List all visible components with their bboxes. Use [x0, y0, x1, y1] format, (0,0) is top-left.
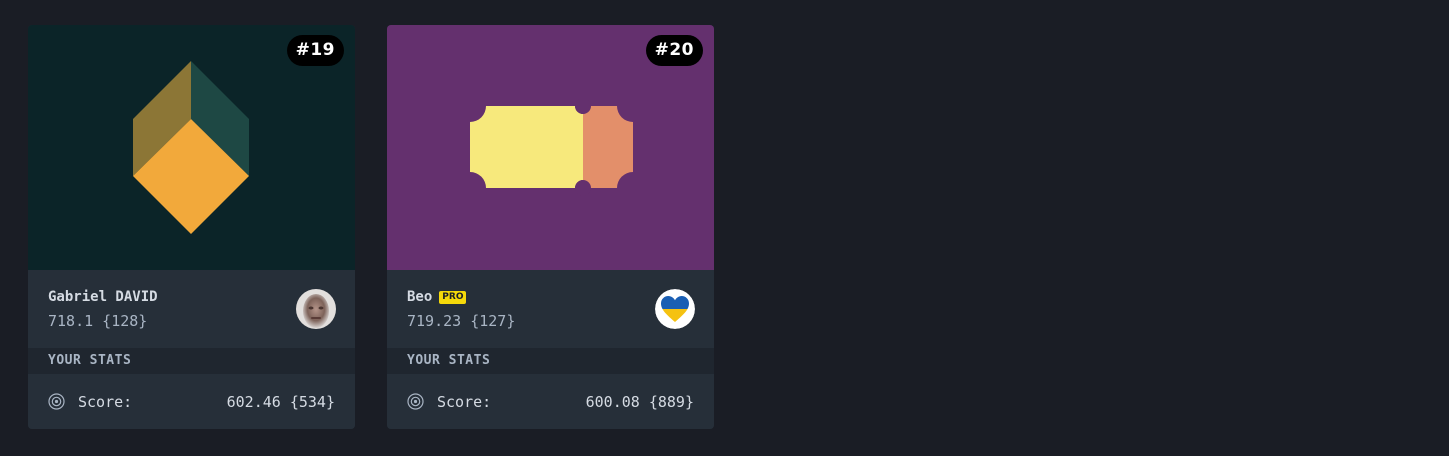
stats-header: YOUR STATS: [387, 348, 714, 374]
author-row: Beo PRO: [407, 287, 694, 307]
entry-artwork[interactable]: #19: [28, 25, 355, 270]
pro-badge: PRO: [439, 290, 467, 304]
entry-card[interactable]: #20 Beo PRO 719.23 {127} YOUR STATS Scor…: [387, 25, 714, 429]
author-score: 718.1 {128}: [48, 312, 148, 330]
score-label: Score:: [78, 392, 133, 411]
user-photo-avatar[interactable]: [296, 289, 336, 329]
author-name[interactable]: Gabriel DAVID: [48, 289, 158, 305]
author-row: Gabriel DAVID: [48, 287, 335, 307]
score-value: 602.46 {534}: [226, 392, 335, 411]
stats-row: Score: 600.08 {889}: [387, 374, 714, 429]
stats-header: YOUR STATS: [28, 348, 355, 374]
score-value: 600.08 {889}: [585, 392, 694, 411]
ukraine-heart-avatar[interactable]: [655, 289, 695, 329]
target-icon: [48, 393, 65, 410]
entry-info: Gabriel DAVID 718.1 {128}: [28, 270, 355, 348]
target-icon: [407, 393, 424, 410]
leaderboard-grid: #19 Gabriel DAVID 718.1 {128} YOUR STATS…: [28, 25, 714, 429]
entry-card[interactable]: #19 Gabriel DAVID 718.1 {128} YOUR STATS…: [28, 25, 355, 429]
score-label: Score:: [437, 392, 492, 411]
author-name[interactable]: Beo: [407, 289, 432, 305]
author-score: 719.23 {127}: [407, 312, 516, 330]
entry-artwork[interactable]: #20: [387, 25, 714, 270]
rank-badge: #20: [645, 35, 703, 66]
entry-info: Beo PRO 719.23 {127}: [387, 270, 714, 348]
stats-row: Score: 602.46 {534}: [28, 374, 355, 429]
rank-badge: #19: [286, 35, 344, 66]
